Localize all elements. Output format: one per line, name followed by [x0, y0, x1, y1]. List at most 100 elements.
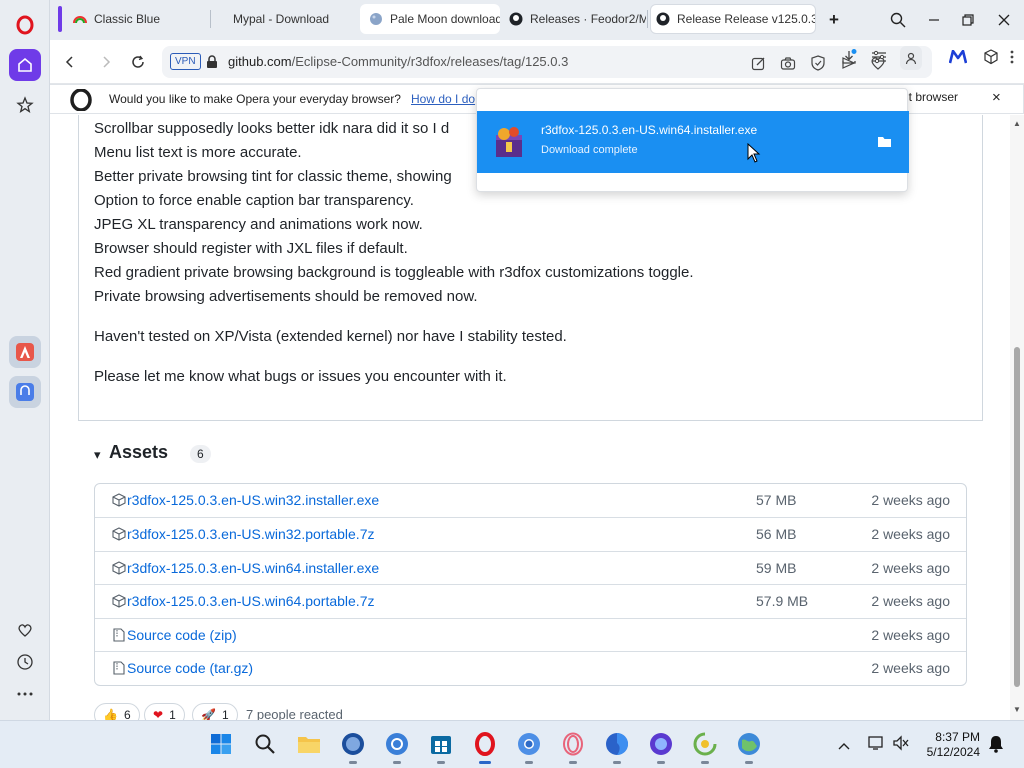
- infobar-how-link[interactable]: How do I do: [411, 92, 475, 106]
- download-item[interactable]: r3dfox-125.0.3.en-US.win64.installer.exe…: [477, 111, 909, 173]
- search-tabs-icon[interactable]: [886, 8, 910, 32]
- firefox-nightly-icon[interactable]: [646, 729, 676, 764]
- more-icon[interactable]: [9, 678, 41, 710]
- rainbow-favicon-icon: [72, 11, 88, 27]
- asset-link[interactable]: Source code (zip): [127, 627, 237, 643]
- lock-icon[interactable]: [206, 55, 218, 74]
- music-player-icon[interactable]: [9, 376, 41, 408]
- tab-title: Release Release v125.0.3: [677, 12, 816, 26]
- note-line: Better private browsing tint for classic…: [94, 168, 452, 185]
- tab-feodor2-releases[interactable]: Releases · Feodor2/M: [508, 4, 646, 34]
- asset-date: 2 weeks ago: [871, 526, 950, 542]
- asset-link-label: Source code: [127, 660, 206, 676]
- assets-toggle-icon[interactable]: ▾: [94, 447, 101, 463]
- open-folder-icon[interactable]: [877, 135, 892, 153]
- chromium-icon[interactable]: [514, 729, 544, 764]
- history-icon[interactable]: [9, 646, 41, 678]
- restore-icon[interactable]: [956, 8, 980, 32]
- github-icon: [655, 11, 671, 27]
- app-green-icon[interactable]: [690, 729, 720, 764]
- volume-muted-icon[interactable]: [892, 735, 910, 756]
- tab-mypal-download[interactable]: Mypal - Download: [233, 4, 353, 34]
- search-icon[interactable]: [250, 729, 280, 759]
- asset-link-format: (zip): [209, 627, 237, 643]
- chevron-up-icon[interactable]: [838, 737, 850, 755]
- reaction-heart[interactable]: ❤ 1: [144, 703, 185, 720]
- file-zip-icon: [111, 627, 127, 643]
- tab-separator: [210, 10, 211, 28]
- asset-date: 2 weeks ago: [871, 560, 950, 576]
- asset-link[interactable]: Source code (tar.gz): [127, 660, 253, 676]
- pale-moon-taskbar-icon[interactable]: [338, 729, 368, 764]
- asset-row: r3dfox-125.0.3.en-US.win32.installer.exe…: [95, 484, 966, 518]
- opera-logo-icon: [70, 88, 92, 116]
- vpn-badge[interactable]: VPN: [170, 53, 201, 70]
- new-tab-button[interactable]: +: [822, 8, 846, 32]
- downloads-popup: r3dfox-125.0.3.en-US.win64.installer.exe…: [476, 88, 909, 192]
- page-scrollbar[interactable]: ▲ ▼: [1010, 115, 1024, 720]
- tab-release-r3dfox[interactable]: Release Release v125.0.3: [650, 4, 816, 34]
- minimize-icon[interactable]: [922, 8, 946, 32]
- infobar-close-button[interactable]: ×: [992, 89, 1001, 106]
- tab-title: Classic Blue: [94, 12, 161, 26]
- forward-icon[interactable]: [94, 50, 118, 74]
- star-icon[interactable]: [9, 89, 41, 121]
- reload-icon[interactable]: [126, 50, 150, 74]
- assets-list: r3dfox-125.0.3.en-US.win32.installer.exe…: [94, 483, 967, 686]
- firefox-icon[interactable]: [602, 729, 632, 764]
- menu-dots-icon[interactable]: [1008, 48, 1016, 66]
- installer-file-icon: [493, 125, 525, 164]
- browser-blue-icon[interactable]: [382, 729, 412, 764]
- download-icon[interactable]: [840, 48, 858, 66]
- edit-icon[interactable]: [749, 54, 767, 72]
- extensions-cube-icon[interactable]: [982, 48, 1000, 66]
- camera-icon[interactable]: [779, 54, 797, 72]
- tab-pale-moon[interactable]: Pale Moon download: [360, 4, 500, 34]
- back-icon[interactable]: [58, 50, 82, 74]
- system-clock[interactable]: 8:37 PM 5/12/2024: [927, 730, 980, 760]
- clock-date: 5/12/2024: [926, 745, 980, 759]
- opera-gx-icon[interactable]: [558, 729, 588, 764]
- scroll-up-icon[interactable]: ▲: [1013, 119, 1021, 128]
- aria-icon[interactable]: [9, 336, 41, 368]
- tab-classic-blue[interactable]: Classic Blue: [70, 4, 208, 34]
- asset-size: 57 MB: [756, 492, 797, 508]
- note-line: Menu list text is more accurate.: [94, 144, 302, 161]
- url-text[interactable]: github.com/Eclipse-Community/r3dfox/rele…: [228, 54, 568, 69]
- scrollbar-thumb[interactable]: [1014, 347, 1020, 687]
- start-icon[interactable]: [206, 729, 236, 759]
- home-icon[interactable]: [9, 49, 41, 81]
- address-bar[interactable]: VPN github.com/Eclipse-Community/r3dfox/…: [162, 46, 932, 78]
- heart-icon[interactable]: [9, 614, 41, 646]
- malwarebytes-icon[interactable]: [949, 48, 967, 66]
- store-icon[interactable]: [426, 729, 456, 764]
- easy-setup-icon[interactable]: [870, 48, 888, 66]
- package-icon: [111, 560, 127, 576]
- opera-taskbar-icon[interactable]: [470, 729, 500, 764]
- file-explorer-icon[interactable]: [294, 729, 324, 759]
- profile-icon[interactable]: [900, 46, 922, 70]
- asset-link[interactable]: r3dfox-125.0.3.en-US.win64.installer.exe: [127, 560, 379, 576]
- asset-link[interactable]: r3dfox-125.0.3.en-US.win64.portable.7z: [127, 593, 374, 609]
- asset-row: r3dfox-125.0.3.en-US.win64.installer.exe…: [95, 551, 966, 585]
- assets-heading[interactable]: Assets: [109, 442, 168, 463]
- asset-link[interactable]: r3dfox-125.0.3.en-US.win32.portable.7z: [127, 526, 374, 542]
- reaction-rocket[interactable]: 🚀 1: [192, 703, 238, 720]
- asset-row: Source code (tar.gz) 2 weeks ago: [95, 651, 966, 685]
- page-content: Scrollbar supposedly looks better idk na…: [50, 115, 1010, 720]
- shield-icon[interactable]: [809, 54, 827, 72]
- close-window-icon[interactable]: [992, 8, 1016, 32]
- asset-date: 2 weeks ago: [871, 627, 950, 643]
- network-icon[interactable]: [868, 735, 886, 756]
- set-default-browser-button[interactable]: lt browser: [906, 90, 958, 104]
- reaction-emoji: ❤: [153, 708, 164, 720]
- asset-link[interactable]: r3dfox-125.0.3.en-US.win32.installer.exe: [127, 492, 379, 508]
- asset-size: 57.9 MB: [756, 593, 809, 609]
- github-icon: [508, 11, 524, 27]
- opera-menu-icon[interactable]: [9, 9, 41, 41]
- globe-browser-icon[interactable]: [734, 729, 764, 764]
- notification-bell-icon[interactable]: [988, 735, 1004, 758]
- reaction-thumbs-up[interactable]: 👍 6: [94, 703, 140, 720]
- note-line: Browser should register with JXL files i…: [94, 240, 408, 257]
- scroll-down-icon[interactable]: ▼: [1013, 705, 1021, 714]
